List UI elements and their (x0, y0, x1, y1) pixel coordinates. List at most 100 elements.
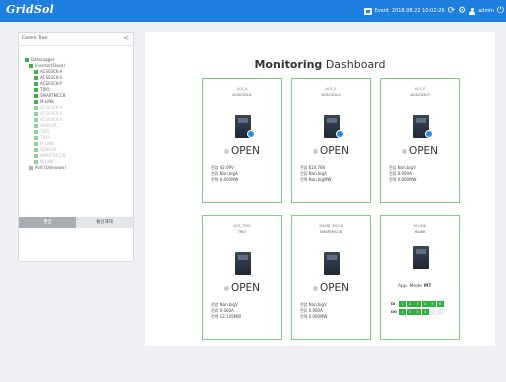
device-model: TRIO (237, 230, 247, 234)
di-cell: 6 (436, 300, 444, 307)
measurement-list: 전압 610.78V 전류 Nan.bigA 전력 Nan.bigMW (300, 165, 331, 183)
tree-node-label: Port (Unknown) (35, 165, 66, 170)
panel-title: Comm Tree (22, 36, 48, 41)
device-node-icon (29, 64, 33, 68)
measurement-list: 전압 42.09V 전류 Nan.bigA 전력 0.000MW (211, 165, 239, 183)
event-icon[interactable] (363, 7, 372, 15)
device-name: M-LINK (413, 224, 427, 228)
device-node-icon (34, 154, 38, 158)
event-label[interactable]: Event (375, 8, 389, 14)
device-image (235, 252, 251, 275)
datetime-label: 2018.08.22 10:02:26 (391, 8, 445, 14)
measurement-list: 전압 Nan.bigV 전류 0.000A 전력 0.000MW (389, 165, 417, 183)
device-image (324, 252, 340, 275)
dashboard-area: Monitoring Dashboard ACS_A ACS03CK-A OPE… (145, 32, 495, 346)
measurement-list: 전압 Nan.bigV 전류 0.000A 전력 0.000MW (300, 302, 328, 320)
do-cell: 4 (421, 308, 429, 315)
measurement-list: 전압 Nan.bigV 전류 0.000A 전력 13.145MW (211, 302, 241, 320)
status-badge: OPEN (203, 145, 281, 157)
status-badge: OPEN (292, 282, 370, 294)
edit-button[interactable]: 편집 (19, 217, 76, 228)
device-image (413, 246, 429, 269)
device-node-icon (34, 70, 38, 74)
do-cell: 2 (406, 308, 414, 315)
device-node-icon (34, 130, 38, 134)
device-model: ACS03CK-P (410, 93, 430, 97)
device-card-acs-p[interactable]: ACS_P ACS03CK-P OPEN 전압 Nan.bigV 전류 0.00… (380, 78, 460, 203)
panel-header: Comm Tree < (19, 33, 133, 46)
power-value: 전력 0.000MW (211, 177, 239, 182)
status-dot-icon (223, 148, 229, 154)
device-node-icon (34, 124, 38, 128)
device-node-icon (34, 88, 38, 92)
device-tree: DataLogger Inverter(Slave) ACS03CK-A ACS03C… (25, 57, 66, 171)
do-cell: - (436, 308, 444, 315)
status-dot-icon (312, 148, 318, 154)
device-name: ACS_TRIO (233, 224, 251, 228)
shield-icon (247, 130, 255, 138)
chevron-left-icon[interactable]: < (123, 34, 129, 42)
panel-buttons: 편집 통신해제 (19, 217, 133, 228)
do-cell: 3 (414, 308, 421, 315)
comm-tree-panel: Comm Tree < DataLogger Inverter(Slave) ACS… (18, 32, 134, 262)
device-node-icon (34, 142, 38, 146)
power-value: 전력 13.145MW (211, 314, 242, 319)
do-cells: 1234-- (399, 308, 444, 315)
gear-icon[interactable]: ⚙ (458, 6, 466, 16)
device-model: MLINK (414, 230, 426, 234)
device-node-icon (34, 100, 38, 104)
device-model: SMARTMCCB (319, 230, 343, 234)
device-model: ACS03CK-A (232, 93, 252, 97)
power-value: 전력 Nan.bigMW (300, 177, 332, 182)
di-cell: 3 (414, 300, 421, 307)
device-card-acs-s[interactable]: ACS_S ACS03CK-S OPEN 전압 610.78V 전류 Nan.b… (291, 78, 371, 203)
device-node-icon (25, 58, 29, 62)
logout-icon[interactable]: ⏻ (497, 6, 504, 16)
status-badge: OPEN (381, 145, 459, 157)
device-node-icon (34, 136, 38, 140)
device-name: ACS_P (414, 87, 426, 91)
user-name[interactable]: admin (478, 8, 494, 14)
refresh-icon[interactable]: ⟳ (448, 6, 456, 16)
device-node-icon (29, 166, 33, 170)
status-dot-icon (312, 285, 318, 291)
disconnect-button[interactable]: 통신해제 (76, 217, 133, 228)
device-node-icon (34, 94, 38, 98)
status-badge: OPEN (203, 282, 281, 294)
shield-icon (425, 130, 433, 138)
device-model: ACS03CK-S (321, 93, 341, 97)
page-title: Monitoring Dashboard (254, 58, 386, 71)
app-logo: GridSol (6, 3, 54, 16)
do-cell: - (429, 308, 436, 315)
power-value: 전력 0.000MW (300, 314, 328, 319)
device-node-icon (34, 118, 38, 122)
status-dot-icon (223, 285, 229, 291)
do-row: DO 1234-- (391, 308, 444, 315)
device-name: ACS_S (325, 87, 337, 91)
di-cell: 1 (399, 300, 406, 307)
device-node-icon (34, 106, 38, 110)
user-icon (469, 7, 476, 15)
di-label: DI (391, 301, 396, 306)
do-label: DO (391, 309, 397, 314)
app-mode: App. Mode MT (398, 284, 432, 289)
di-cell: 2 (406, 300, 414, 307)
device-node-icon (34, 112, 38, 116)
device-card-trio[interactable]: ACS_TRIO TRIO OPEN 전압 Nan.bigV 전류 0.000A… (202, 215, 282, 340)
di-row: DI 123456 (391, 300, 444, 307)
tree-node[interactable]: Port (Unknown) (25, 165, 66, 171)
device-card-m-link[interactable]: M-LINK MLINK App. Mode MT DI 123456 DO 12… (380, 215, 460, 340)
device-name: SMART_MCCB (318, 224, 343, 228)
status-dot-icon (401, 148, 407, 154)
device-card-smart-mccb[interactable]: SMART_MCCB SMARTMCCB OPEN 전압 Nan.bigV 전류… (291, 215, 371, 340)
device-node-icon (34, 82, 38, 86)
di-cell: 5 (429, 300, 436, 307)
di-cell: 4 (421, 300, 429, 307)
device-card-acs-a[interactable]: ACS_A ACS03CK-A OPEN 전압 42.09V 전류 Nan.bi… (202, 78, 282, 203)
power-value: 전력 0.000MW (389, 177, 417, 182)
device-node-icon (34, 76, 38, 80)
top-bar-status: Event 2018.08.22 10:02:26 ⟳ ⚙ admin ⏻ (363, 5, 504, 17)
shield-icon (336, 130, 344, 138)
device-node-icon (34, 160, 38, 164)
device-node-icon (34, 148, 38, 152)
